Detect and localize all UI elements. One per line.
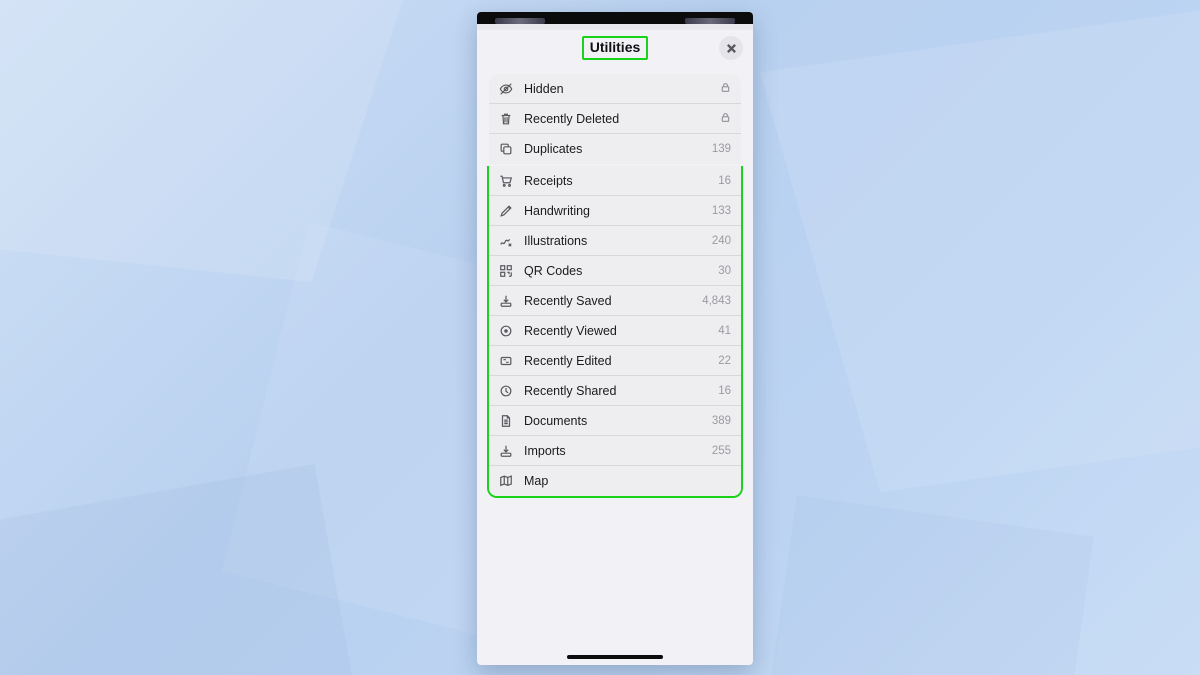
utility-label: Handwriting bbox=[524, 204, 712, 218]
utility-label: Recently Deleted bbox=[524, 112, 720, 126]
utility-row-recently-saved[interactable]: Recently Saved4,843 bbox=[489, 286, 741, 316]
utility-label: Recently Edited bbox=[524, 354, 718, 368]
utility-label: Map bbox=[524, 474, 731, 488]
utility-row-recently-edited[interactable]: Recently Edited22 bbox=[489, 346, 741, 376]
utility-row-qr-codes[interactable]: QR Codes30 bbox=[489, 256, 741, 286]
utility-label: Illustrations bbox=[524, 234, 712, 248]
utility-label: Duplicates bbox=[524, 142, 712, 156]
map-icon bbox=[497, 474, 515, 488]
phone-frame: Utilities Hidden Recently Deleted Duplicat… bbox=[477, 12, 753, 665]
download-icon bbox=[497, 294, 515, 308]
utility-row-imports[interactable]: Imports255 bbox=[489, 436, 741, 466]
utility-row-map[interactable]: Map bbox=[489, 466, 741, 496]
utility-row-receipts[interactable]: Receipts16 bbox=[489, 166, 741, 196]
utility-label: Recently Viewed bbox=[524, 324, 718, 338]
utility-count: 41 bbox=[718, 325, 731, 337]
utility-count: 255 bbox=[712, 445, 731, 457]
lock-icon bbox=[720, 112, 731, 126]
utility-row-documents[interactable]: Documents389 bbox=[489, 406, 741, 436]
utility-label: Hidden bbox=[524, 82, 720, 96]
utility-label: Imports bbox=[524, 444, 712, 458]
utility-count: 389 bbox=[712, 415, 731, 427]
home-indicator bbox=[567, 655, 663, 659]
eye-off-icon bbox=[497, 82, 515, 96]
utility-label: Recently Saved bbox=[524, 294, 702, 308]
utility-label: Receipts bbox=[524, 174, 718, 188]
utility-row-recently-deleted[interactable]: Recently Deleted bbox=[489, 104, 741, 134]
target-icon bbox=[497, 324, 515, 338]
cart-icon bbox=[497, 174, 515, 188]
utility-label: QR Codes bbox=[524, 264, 718, 278]
close-button[interactable] bbox=[719, 36, 743, 60]
utility-count: 16 bbox=[718, 175, 731, 187]
copies-icon bbox=[497, 142, 515, 156]
utility-count: 139 bbox=[712, 143, 731, 155]
utility-row-illustrations[interactable]: Illustrations240 bbox=[489, 226, 741, 256]
utilities-list-top: Hidden Recently Deleted Duplicates139 bbox=[487, 72, 743, 166]
share-icon bbox=[497, 384, 515, 398]
pencil-icon bbox=[497, 204, 515, 218]
lock-icon bbox=[720, 82, 731, 96]
scribble-icon bbox=[497, 234, 515, 248]
utility-label: Documents bbox=[524, 414, 712, 428]
document-icon bbox=[497, 414, 515, 428]
sheet-header: Utilities bbox=[477, 30, 753, 66]
utility-label: Recently Shared bbox=[524, 384, 718, 398]
status-strip bbox=[477, 12, 753, 24]
utility-count: 133 bbox=[712, 205, 731, 217]
utility-count: 4,843 bbox=[702, 295, 731, 307]
utility-count: 16 bbox=[718, 385, 731, 397]
utility-row-recently-shared[interactable]: Recently Shared16 bbox=[489, 376, 741, 406]
sheet-title: Utilities bbox=[590, 39, 641, 55]
trash-icon bbox=[497, 112, 515, 126]
utility-row-hidden[interactable]: Hidden bbox=[489, 74, 741, 104]
utilities-list-highlighted: Receipts16Handwriting133Illustrations240… bbox=[487, 166, 743, 498]
qr-icon bbox=[497, 264, 515, 278]
title-highlight: Utilities bbox=[582, 36, 649, 60]
close-icon bbox=[726, 43, 737, 54]
utility-count: 22 bbox=[718, 355, 731, 367]
utility-row-duplicates[interactable]: Duplicates139 bbox=[489, 134, 741, 164]
utility-count: 30 bbox=[718, 265, 731, 277]
utility-row-recently-viewed[interactable]: Recently Viewed41 bbox=[489, 316, 741, 346]
import-icon bbox=[497, 444, 515, 458]
utility-count: 240 bbox=[712, 235, 731, 247]
adjust-icon bbox=[497, 354, 515, 368]
utility-row-handwriting[interactable]: Handwriting133 bbox=[489, 196, 741, 226]
